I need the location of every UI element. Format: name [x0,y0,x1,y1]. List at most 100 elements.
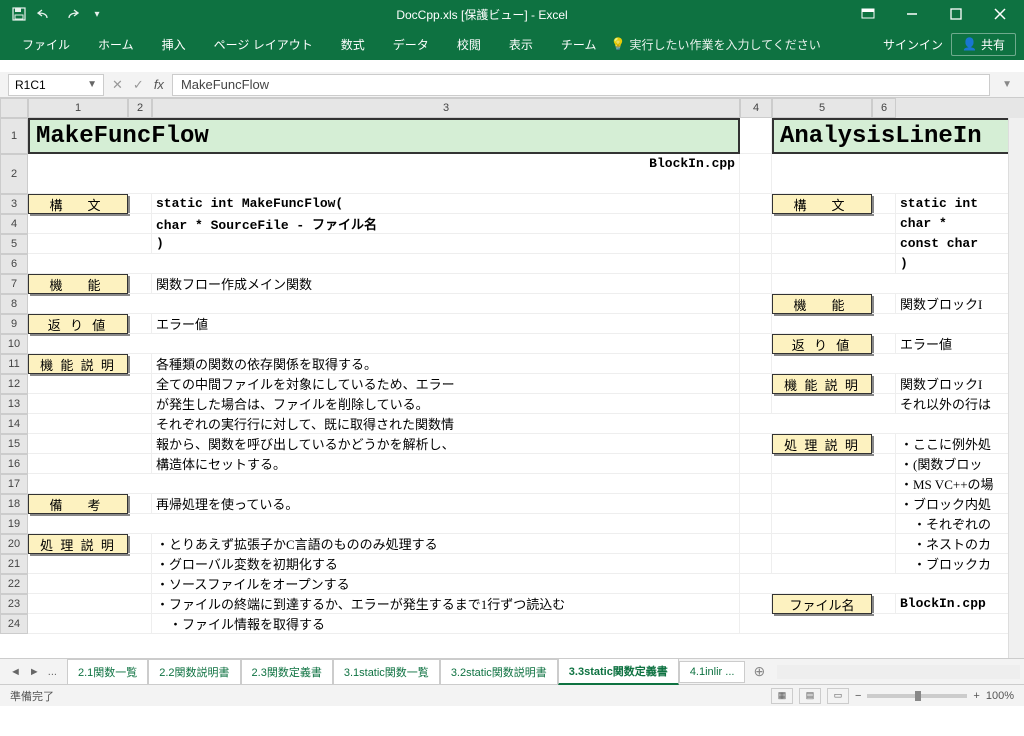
row-header[interactable]: 5 [0,234,28,254]
row-header[interactable]: 20 [0,534,28,554]
row-header[interactable]: 14 [0,414,28,434]
row-header[interactable]: 12 [0,374,28,394]
sheet-tab[interactable]: 2.3関数定義書 [241,659,333,685]
status-bar: 準備完了 ▦ ▤ ▭ − + 100% [0,684,1024,706]
sheet-tab-active[interactable]: 3.3static関数定義書 [558,658,679,685]
col-header[interactable]: 1 [28,98,128,118]
row-header[interactable]: 22 [0,574,28,594]
row-header[interactable]: 23 [0,594,28,614]
proc-line: ・ファイルの終端に到達するか、エラーが発生するまで1行ずつ読込む [152,594,740,614]
share-button[interactable]: 👤 共有 [951,33,1016,56]
cancel-icon[interactable]: ✕ [112,77,123,93]
tab-view[interactable]: 表示 [495,30,547,59]
tab-file[interactable]: ファイル [8,30,84,59]
cell [740,154,772,194]
syntax-line: ) [152,234,740,254]
fx-icon[interactable]: fx [154,77,164,92]
sheet-tab[interactable]: 2.2関数説明書 [148,659,240,685]
worksheet-grid[interactable]: 1 2 3 4 5 6 1 2 3 4 5 6 7 8 9 10 11 12 1… [0,98,1024,658]
function-header: 機 能 [28,274,128,294]
proc-line-r: ・ブロック内処 [896,494,1016,514]
page-break-view-icon[interactable]: ▭ [827,688,849,704]
sheet-nav-next-icon[interactable]: ► [29,666,40,678]
tab-formulas[interactable]: 数式 [327,30,379,59]
horizontal-scrollbar[interactable] [777,665,1020,679]
proc-line-r: ・それぞれの [896,514,1016,534]
col-header[interactable]: 5 [772,98,872,118]
undo-icon[interactable] [36,5,54,23]
sheet-tab-bar: ◄ ► ... 2.1関数一覧 2.2関数説明書 2.3関数定義書 3.1sta… [0,658,1024,684]
row-header[interactable]: 19 [0,514,28,534]
row-header[interactable]: 10 [0,334,28,354]
maximize-button[interactable] [936,2,976,26]
row-header[interactable]: 17 [0,474,28,494]
proc-header: 処 理 説 明 [28,534,128,554]
normal-view-icon[interactable]: ▦ [771,688,793,704]
row-header[interactable]: 16 [0,454,28,474]
cell [772,474,896,494]
zoom-out-button[interactable]: − [855,690,861,702]
row-header[interactable]: 15 [0,434,28,454]
sheet-nav-ellipsis[interactable]: ... [48,666,57,678]
row-header[interactable]: 7 [0,274,28,294]
vertical-scrollbar[interactable] [1008,118,1024,658]
cell [872,194,896,214]
tell-me-search[interactable]: 💡 実行したい作業を入力してください [610,36,820,53]
zoom-slider[interactable] [867,694,967,698]
cells[interactable]: MakeFuncFlow AnalysisLineIn BlockIn.cpp … [28,118,1024,634]
proc-line-r: ・(関数ブロッ [896,454,1016,474]
minimize-button[interactable] [892,2,932,26]
row-header[interactable]: 4 [0,214,28,234]
cell [772,274,1022,294]
row-header[interactable]: 9 [0,314,28,334]
enter-icon[interactable]: ✓ [133,77,144,93]
row-header[interactable]: 21 [0,554,28,574]
tab-insert[interactable]: 挿入 [148,30,200,59]
tell-me-label: 実行したい作業を入力してください [629,36,820,53]
row-header[interactable]: 24 [0,614,28,634]
row-header[interactable]: 1 [0,118,28,154]
sheet-tab[interactable]: 3.1static関数一覧 [333,659,440,685]
row-header[interactable]: 3 [0,194,28,214]
cell [128,494,152,514]
note-header: 備 考 [28,494,128,514]
redo-icon[interactable] [62,5,80,23]
tab-review[interactable]: 校閲 [443,30,495,59]
desc-line-r: それ以外の行は [896,394,1016,414]
sheet-tab[interactable]: 4.1inlir ... [679,661,746,683]
col-header[interactable]: 2 [128,98,152,118]
new-sheet-button[interactable]: ⊕ [745,663,773,680]
zoom-level[interactable]: 100% [986,690,1014,702]
select-all-corner[interactable] [0,98,28,118]
tab-data[interactable]: データ [379,30,443,59]
row-header[interactable]: 8 [0,294,28,314]
save-icon[interactable] [10,5,28,23]
row-header[interactable]: 6 [0,254,28,274]
tab-team[interactable]: チーム [547,30,611,59]
col-header[interactable]: 6 [872,98,896,118]
sheet-tab[interactable]: 2.1関数一覧 [67,659,148,685]
proc-line: ・とりあえず拡張子かC言語のもののみ処理する [152,534,740,554]
tab-home[interactable]: ホーム [84,30,148,59]
zoom-in-button[interactable]: + [973,690,979,702]
page-layout-view-icon[interactable]: ▤ [799,688,821,704]
chevron-down-icon[interactable]: ▼ [87,79,97,90]
tab-layout[interactable]: ページ レイアウト [200,30,327,59]
row-header[interactable]: 18 [0,494,28,514]
return-text: エラー値 [152,314,740,334]
sheet-tab[interactable]: 3.2static関数説明書 [440,659,558,685]
qat-dropdown-icon[interactable]: ▾ [88,5,106,23]
ribbon-options-icon[interactable] [848,2,888,26]
formula-bar[interactable]: MakeFuncFlow [172,74,990,96]
sheet-nav-prev-icon[interactable]: ◄ [10,666,21,678]
col-header[interactable]: 4 [740,98,772,118]
row-header[interactable]: 13 [0,394,28,414]
name-box[interactable]: R1C1 ▼ [8,74,104,96]
cell [28,414,152,434]
row-header[interactable]: 2 [0,154,28,194]
close-button[interactable] [980,2,1020,26]
col-header[interactable]: 3 [152,98,740,118]
expand-formula-icon[interactable]: ▼ [998,79,1016,90]
row-header[interactable]: 11 [0,354,28,374]
sign-in-link[interactable]: サインイン [883,36,943,53]
